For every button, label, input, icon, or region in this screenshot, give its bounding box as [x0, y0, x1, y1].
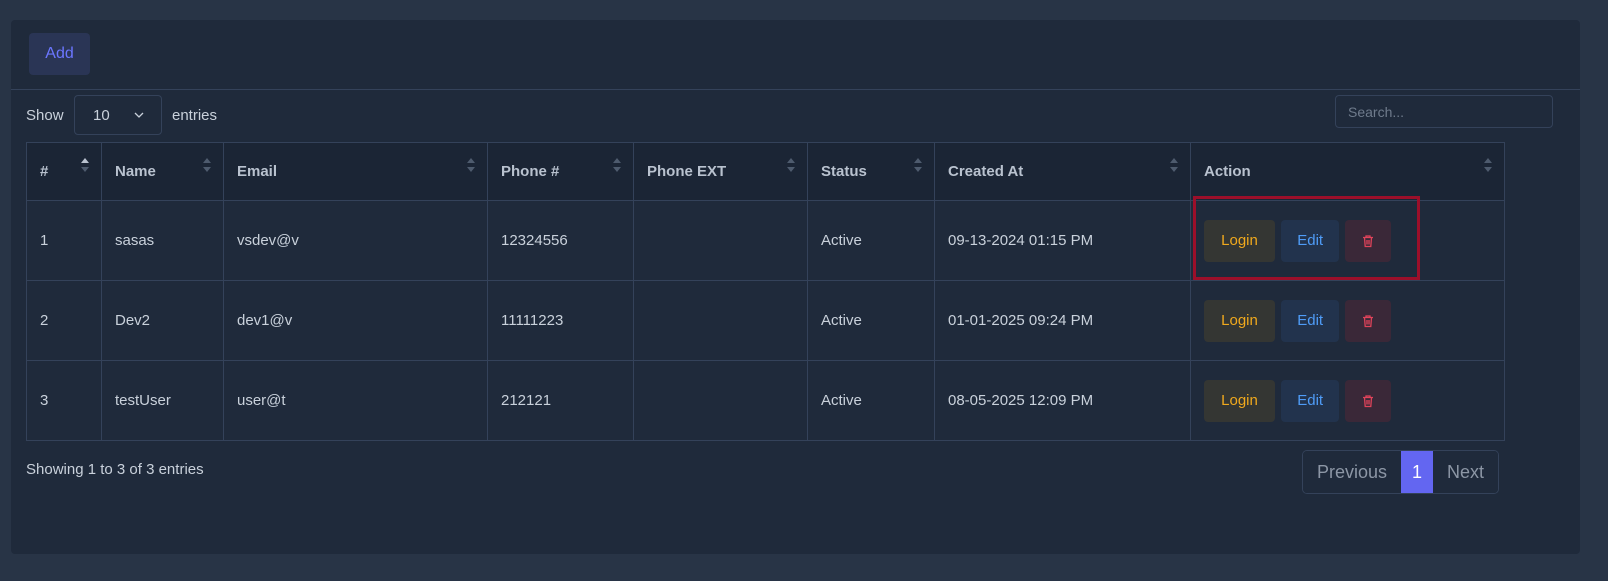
login-button[interactable]: Login	[1204, 299, 1275, 342]
sort-asc-icon	[81, 158, 89, 174]
cell-email: vsdev@v	[223, 200, 488, 281]
col-header-action[interactable]: Action	[1190, 142, 1505, 201]
cell-phone-ext	[633, 200, 808, 281]
cell-status: Active	[807, 360, 935, 441]
cell-num: 3	[26, 360, 102, 441]
cell-name: testUser	[101, 360, 224, 441]
cell-actions: Login Edit	[1190, 280, 1505, 361]
delete-button[interactable]	[1345, 219, 1392, 262]
cell-status: Active	[807, 280, 935, 361]
sort-icon	[467, 158, 475, 174]
cell-actions: Login Edit	[1190, 200, 1505, 281]
trash-icon	[1363, 314, 1374, 327]
col-header-phone[interactable]: Phone #	[487, 142, 634, 201]
cell-status: Active	[807, 200, 935, 281]
next-page-button[interactable]: Next	[1433, 451, 1499, 493]
col-header-status[interactable]: Status	[807, 142, 935, 201]
add-button[interactable]: Add	[29, 33, 90, 75]
edit-button[interactable]: Edit	[1281, 299, 1340, 342]
delete-button[interactable]	[1345, 299, 1392, 342]
entries-select[interactable]: 10	[74, 95, 162, 135]
sort-icon	[787, 158, 795, 174]
cell-name: Dev2	[101, 280, 224, 361]
card-header: Add	[11, 20, 1580, 90]
col-header-phone-ext[interactable]: Phone EXT	[633, 142, 808, 201]
trash-icon	[1363, 234, 1374, 247]
sort-icon	[1484, 158, 1492, 174]
cell-created-at: 09-13-2024 01:15 PM	[934, 200, 1191, 281]
cell-phone: 11111223	[487, 280, 634, 361]
cell-phone-ext	[633, 280, 808, 361]
cell-name: sasas	[101, 200, 224, 281]
login-button[interactable]: Login	[1204, 379, 1275, 422]
table-row: 2 Dev2 dev1@v 11111223 Active 01-01-2025…	[26, 280, 1505, 361]
pagination: Previous 1 Next	[1302, 450, 1500, 494]
cell-created-at: 01-01-2025 09:24 PM	[934, 280, 1191, 361]
login-button[interactable]: Login	[1204, 219, 1275, 262]
sort-icon	[613, 158, 621, 174]
col-header-num[interactable]: #	[26, 142, 102, 201]
col-header-name[interactable]: Name	[101, 142, 224, 201]
edit-button[interactable]: Edit	[1281, 219, 1340, 262]
cell-phone: 12324556	[487, 200, 634, 281]
edit-button[interactable]: Edit	[1281, 379, 1340, 422]
show-label: Show	[26, 107, 64, 124]
entries-label: entries	[172, 107, 218, 124]
delete-button[interactable]	[1345, 379, 1392, 422]
chevron-down-icon	[134, 112, 144, 118]
page-1-button[interactable]: 1	[1401, 451, 1434, 493]
table-controls: Show 10 entries	[26, 95, 1553, 137]
table-header-row: # Name Email Phone # Phone EXT Status Cr…	[26, 142, 1505, 201]
cell-created-at: 08-05-2025 12:09 PM	[934, 360, 1191, 441]
trash-icon	[1363, 394, 1374, 407]
search-input[interactable]	[1335, 95, 1553, 128]
sort-icon	[1170, 158, 1178, 174]
table-row: 1 sasas vsdev@v 12324556 Active 09-13-20…	[26, 200, 1505, 281]
previous-page-button[interactable]: Previous	[1303, 451, 1402, 493]
cell-phone: 212121	[487, 360, 634, 441]
cell-phone-ext	[633, 360, 808, 441]
users-table: # Name Email Phone # Phone EXT Status Cr…	[26, 142, 1505, 441]
table-row: 3 testUser user@t 212121 Active 08-05-20…	[26, 360, 1505, 441]
sort-icon	[914, 158, 922, 174]
sort-icon	[203, 158, 211, 174]
cell-num: 2	[26, 280, 102, 361]
entries-select-value: 10	[93, 107, 110, 124]
cell-email: user@t	[223, 360, 488, 441]
cell-actions: Login Edit	[1190, 360, 1505, 441]
col-header-email[interactable]: Email	[223, 142, 488, 201]
col-header-created-at[interactable]: Created At	[934, 142, 1191, 201]
cell-email: dev1@v	[223, 280, 488, 361]
cell-num: 1	[26, 200, 102, 281]
table-info: Showing 1 to 3 of 3 entries	[26, 461, 204, 478]
